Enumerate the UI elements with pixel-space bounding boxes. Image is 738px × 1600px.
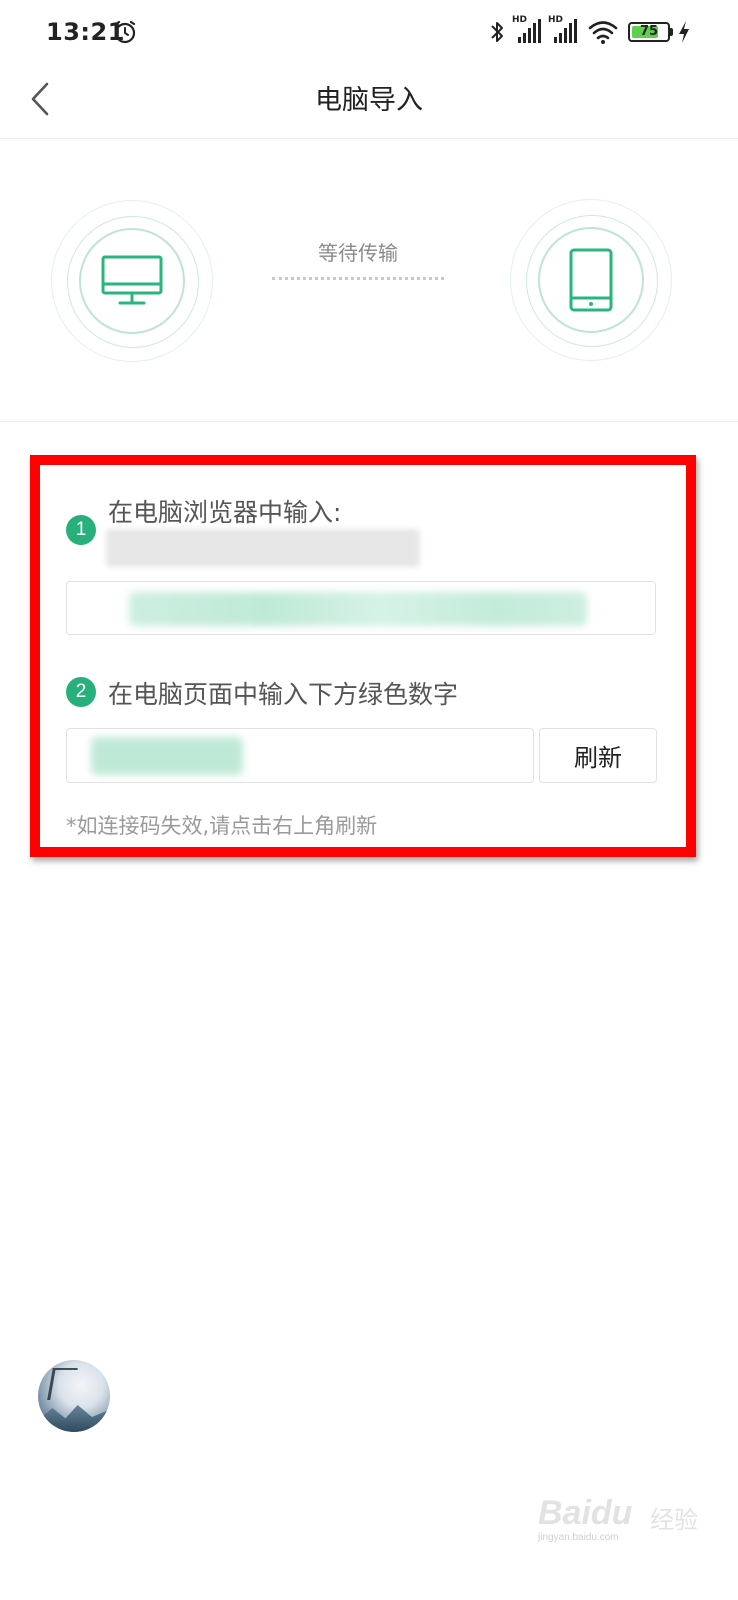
redacted-code (91, 737, 243, 775)
instruction-card: 1 在电脑浏览器中输入: 2 在电脑页面中输入下方绿色数字 刷新 *如连接码失效… (30, 455, 696, 857)
ring (538, 227, 644, 333)
step-1-badge: 1 (66, 515, 96, 545)
avatar (38, 1360, 110, 1432)
signal-icon: HD (512, 15, 544, 45)
tablet-icon (569, 248, 613, 312)
redacted-url (106, 529, 420, 567)
bluetooth-icon (491, 22, 503, 42)
address-field[interactable] (66, 581, 656, 635)
watermark-logo-cn: 经验 (650, 1506, 698, 1534)
avatar-mountains (38, 1405, 110, 1432)
connection-code-field[interactable] (66, 728, 534, 783)
battery-level: 75 (639, 24, 659, 39)
status-bar: 13:21 HD HD 75 (0, 0, 738, 64)
transfer-area: 等待传输 (0, 139, 738, 422)
screen: 13:21 HD HD 75 电脑导入 等待传输 1 在电脑浏览器中输入: 2 … (0, 0, 738, 1600)
redacted-address (129, 592, 587, 626)
step-2-badge: 2 (66, 677, 96, 707)
battery-tip (670, 28, 673, 36)
watermark: Baidu 经验 jingyan.baidu.com (538, 1492, 698, 1546)
tip-text: *如连接码失效,请点击右上角刷新 (66, 814, 378, 838)
page-title: 电脑导入 (315, 85, 423, 116)
battery-icon: 75 (628, 22, 670, 42)
charging-icon (679, 21, 689, 43)
header: 电脑导入 (0, 64, 738, 139)
connection-line (272, 277, 444, 280)
watermark-logo: Baidu (538, 1494, 633, 1532)
refresh-button[interactable]: 刷新 (539, 728, 657, 783)
ring (79, 228, 185, 334)
wifi-icon (588, 21, 618, 44)
alarm-icon (114, 20, 136, 44)
phone-device (510, 199, 672, 361)
signal-icon: HD (548, 15, 580, 45)
step-1-text: 在电脑浏览器中输入: (108, 498, 342, 527)
avatar-ink (47, 1368, 78, 1400)
step-2-text: 在电脑页面中输入下方绿色数字 (108, 680, 459, 709)
monitor-icon (101, 255, 163, 305)
computer-device (51, 200, 213, 362)
watermark-url: jingyan.baidu.com (538, 1532, 619, 1543)
transfer-status: 等待传输 (318, 241, 398, 265)
